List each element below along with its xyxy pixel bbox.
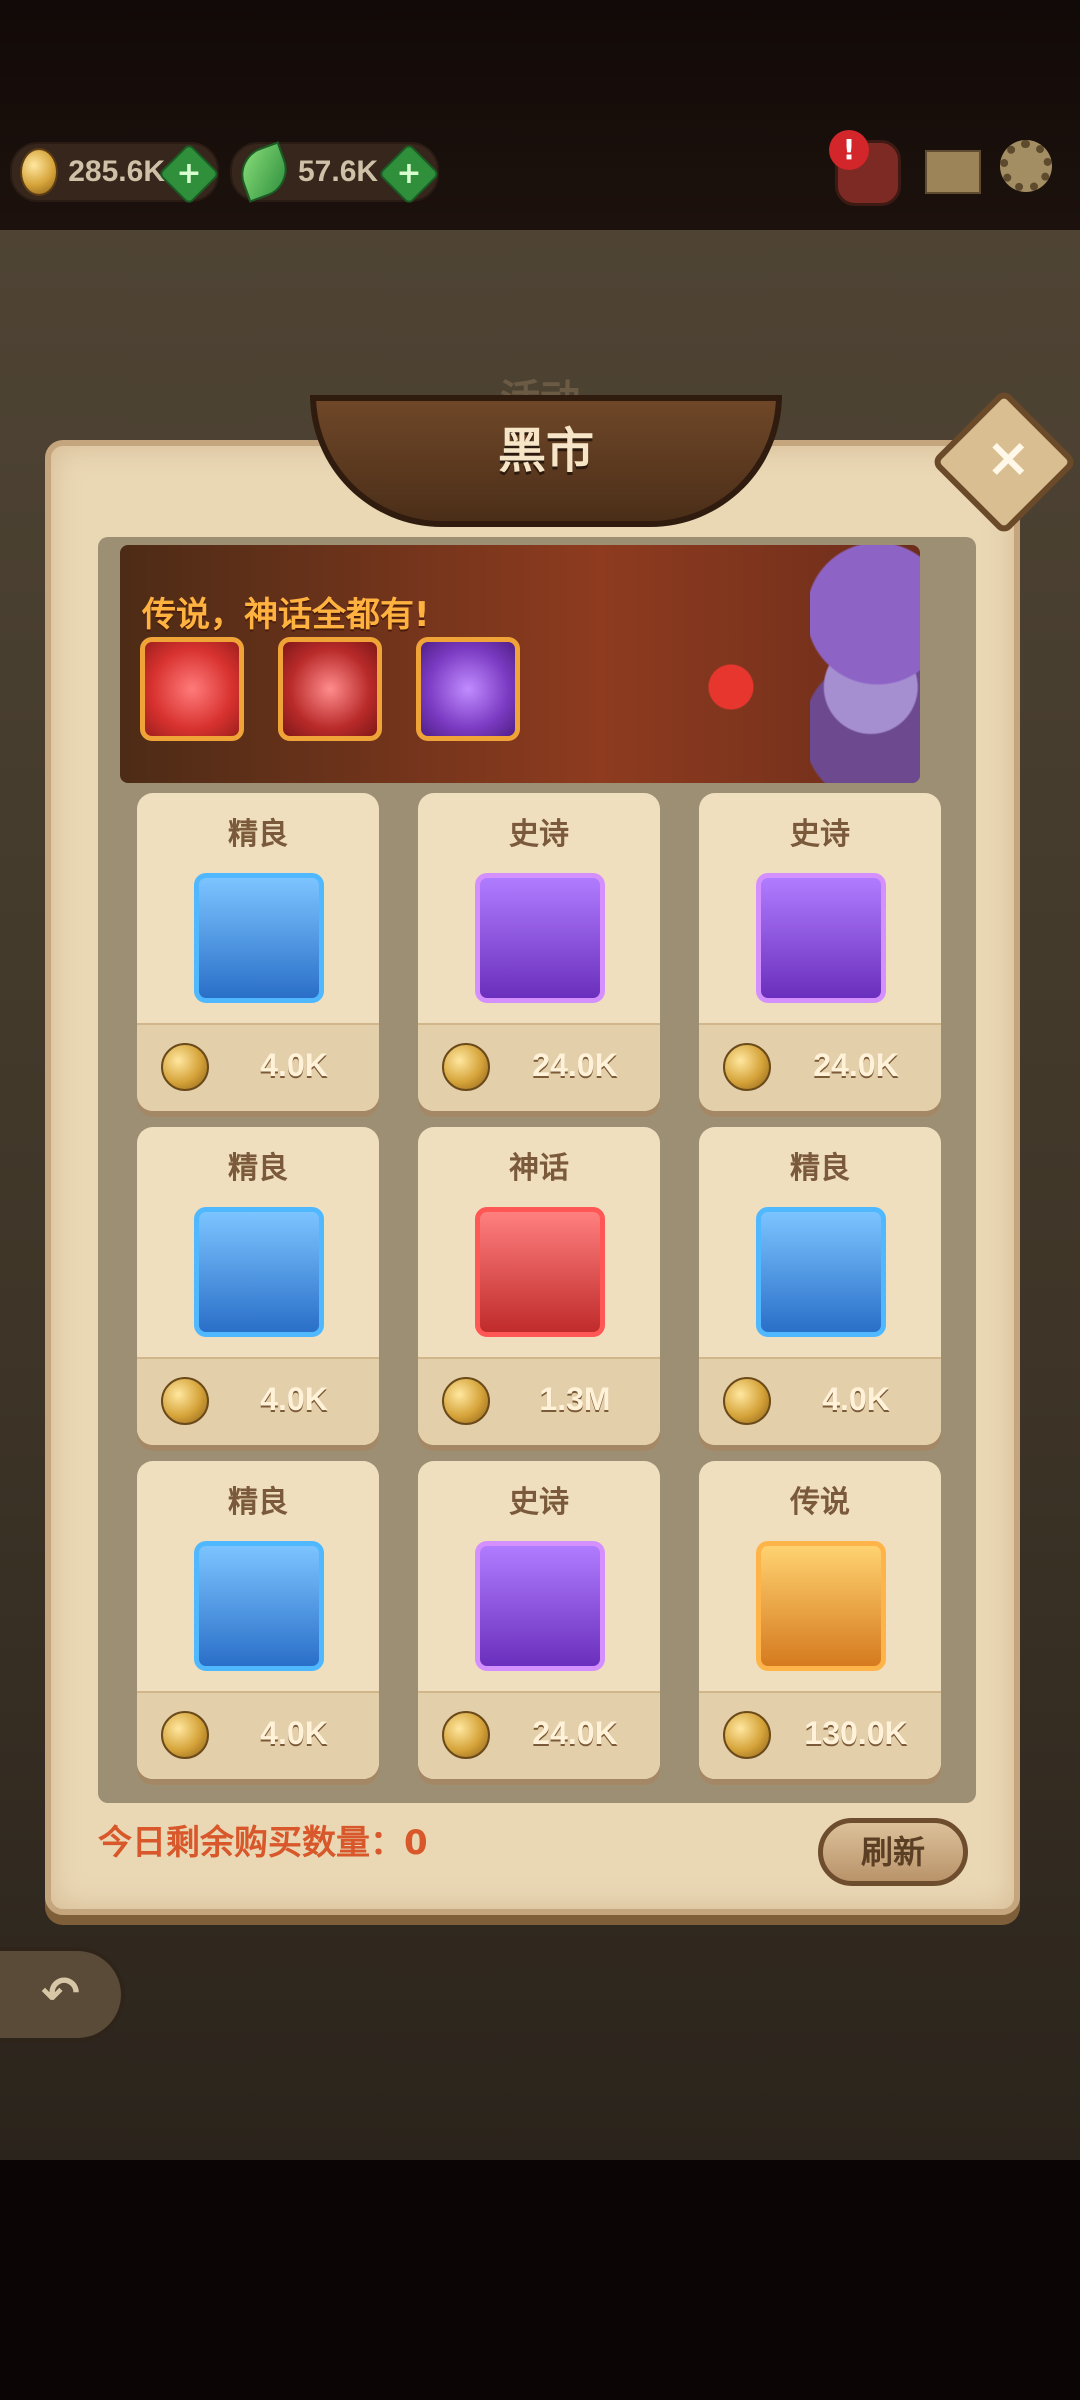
rarity-label: 神话 (509, 1151, 569, 1186)
add-leaf-button[interactable]: + (377, 142, 441, 206)
orb-icon (756, 1207, 886, 1337)
panel-title: 黑市 (497, 423, 594, 479)
top-bar: 285.6K + 57.6K + ! (0, 0, 1080, 250)
price-row: 4.0K (137, 1691, 379, 1779)
coin-icon (161, 1377, 209, 1425)
price-label: 24.0K (532, 1715, 618, 1751)
coin-icon (442, 1043, 490, 1091)
shop-card[interactable]: 精良 4.0K (137, 793, 379, 1111)
gear-icon (1000, 140, 1052, 192)
gold-amount: 285.6K (68, 155, 165, 188)
mail-icon (925, 150, 981, 194)
remaining-purchases: 今日剩余购买数量：0 (98, 1823, 428, 1863)
legend-armor-icon (416, 637, 520, 741)
coin-icon (161, 1043, 209, 1091)
price-label: 24.0K (813, 1047, 899, 1083)
helmet-icon (756, 873, 886, 1003)
shop-card[interactable]: 精良 4.0K (137, 1127, 379, 1445)
price-row: 1.3M (418, 1357, 660, 1445)
leaf-icon (233, 141, 295, 203)
price-label: 1.3M (539, 1381, 611, 1417)
price-row: 4.0K (137, 1357, 379, 1445)
price-row: 24.0K (699, 1023, 941, 1111)
rarity-label: 精良 (228, 1485, 288, 1520)
merchant-staff-icon (695, 615, 815, 775)
rarity-label: 传说 (790, 1485, 850, 1520)
bottom-bar (0, 2160, 1080, 2400)
cloak-icon (194, 1207, 324, 1337)
promo-banner: 传说，神话全都有! (120, 545, 920, 783)
price-label: 4.0K (822, 1381, 890, 1417)
shield-icon (756, 1541, 886, 1671)
rarity-label: 史诗 (509, 1485, 569, 1520)
mail-button[interactable] (925, 140, 985, 200)
rarity-label: 史诗 (509, 817, 569, 852)
shop-card[interactable]: 神话 1.3M (418, 1127, 660, 1445)
price-label: 4.0K (260, 1715, 328, 1751)
alert-badge: ! (829, 130, 869, 170)
back-button[interactable]: ↶ (0, 1947, 125, 2042)
rarity-label: 史诗 (790, 817, 850, 852)
price-label: 24.0K (532, 1047, 618, 1083)
shop-card[interactable]: 史诗 24.0K (699, 793, 941, 1111)
title-ribbon: 黑市 (310, 395, 782, 527)
gold-currency[interactable]: 285.6K + (10, 142, 221, 206)
rarity-label: 精良 (790, 1151, 850, 1186)
curved-dagger-icon (475, 1541, 605, 1671)
ring-icon (194, 1541, 324, 1671)
shop-card[interactable]: 精良 4.0K (699, 1127, 941, 1445)
shop-card[interactable]: 传说 130.0K (699, 1461, 941, 1779)
rarity-label: 精良 (228, 1151, 288, 1186)
shop-card[interactable]: 精良 4.0K (137, 1461, 379, 1779)
close-icon: × (985, 425, 1031, 489)
coin-icon (161, 1711, 209, 1759)
leaf-currency[interactable]: 57.6K + (230, 141, 441, 206)
add-gold-button[interactable]: + (157, 142, 221, 206)
price-row: 4.0K (699, 1357, 941, 1445)
gauntlet-icon (475, 1207, 605, 1337)
dagger-icon (475, 873, 605, 1003)
coin-icon (442, 1711, 490, 1759)
price-row: 24.0K (418, 1691, 660, 1779)
price-label: 4.0K (260, 1381, 328, 1417)
legend-staff-icon (140, 637, 244, 741)
coin-icon (723, 1377, 771, 1425)
gold-coin-icon (20, 148, 59, 196)
back-arrow-icon: ↶ (41, 1966, 80, 2020)
price-row: 24.0K (418, 1023, 660, 1111)
merchant-character-icon (810, 545, 920, 783)
leaf-amount: 57.6K (298, 155, 379, 188)
shop-card[interactable]: 史诗 24.0K (418, 1461, 660, 1779)
legend-bow-icon (278, 637, 382, 741)
amulet-icon (194, 873, 324, 1003)
coin-icon (442, 1377, 490, 1425)
banner-text: 传说，神话全都有! (142, 595, 430, 635)
coin-icon (723, 1043, 771, 1091)
rarity-label: 精良 (228, 817, 288, 852)
price-label: 4.0K (260, 1047, 328, 1083)
hero-alert-button[interactable]: ! (829, 130, 901, 206)
coin-icon (723, 1711, 771, 1759)
price-row: 4.0K (137, 1023, 379, 1111)
refresh-button[interactable]: 刷新 (818, 1818, 968, 1886)
shop-card[interactable]: 史诗 24.0K (418, 793, 660, 1111)
price-label: 130.0K (804, 1715, 908, 1751)
price-row: 130.0K (699, 1691, 941, 1779)
settings-button[interactable] (1000, 140, 1060, 200)
